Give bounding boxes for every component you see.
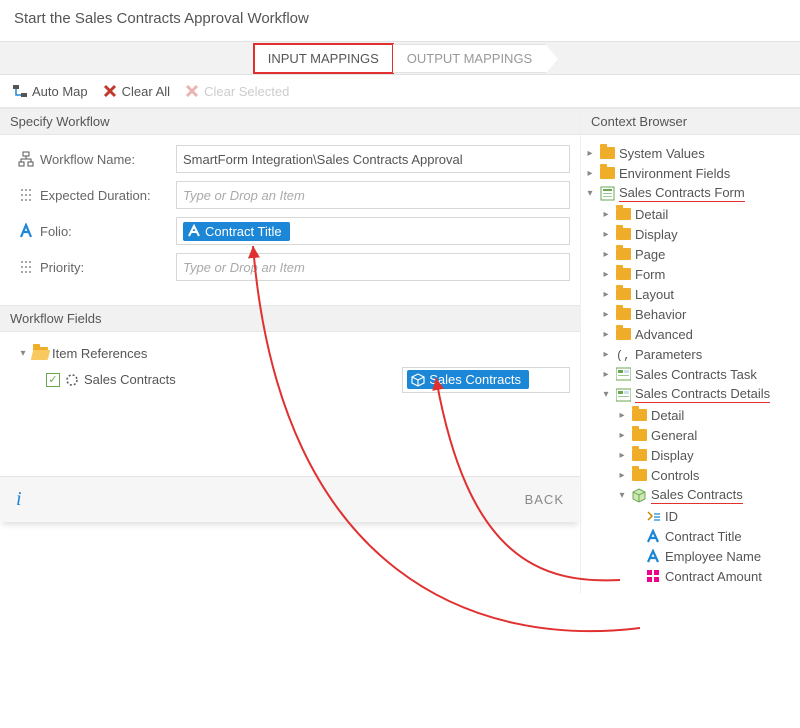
sales-contracts-chip[interactable]: Sales Contracts [407,370,529,389]
workflow-icon [18,151,34,167]
tree-general[interactable]: General [585,425,796,445]
sales-contracts-field[interactable]: ✓ Sales Contracts Sales Contracts [18,364,570,396]
tree-sales-contracts-task[interactable]: Sales Contracts Task [585,364,796,384]
duration-icon [18,187,34,203]
tab-output-mappings[interactable]: OUTPUT MAPPINGS [393,44,546,73]
priority-label: Priority: [40,260,84,275]
expand-icon[interactable] [18,348,28,359]
text-field-icon [645,528,661,544]
tree-system-values[interactable]: System Values [585,143,796,163]
tree-advanced[interactable]: Advanced [585,324,796,344]
tree-behavior[interactable]: Behavior [585,304,796,324]
x-icon-red [102,83,118,99]
parameters-icon: (,) [615,346,631,362]
folder-icon [599,165,615,181]
toolbar: Auto Map Clear All Clear Selected [0,75,800,108]
tree-controls[interactable]: Controls [585,465,796,485]
tab-input-mappings[interactable]: INPUT MAPPINGS [254,44,393,73]
folder-icon [631,467,647,483]
folder-icon [615,246,631,262]
priority-input[interactable]: Type or Drop an Item [176,253,570,281]
autonumber-icon [645,508,661,524]
context-tree: System Values Environment Fields Sales C… [581,135,800,594]
workflow-name-input[interactable]: SmartForm Integration\Sales Contracts Ap… [176,145,570,173]
priority-icon [18,259,34,275]
tree-display2[interactable]: Display [585,445,796,465]
text-field-icon [645,548,661,564]
folder-icon [615,286,631,302]
folder-open-icon [32,345,48,361]
automap-button[interactable]: Auto Map [12,83,88,99]
folder-icon [615,206,631,222]
tree-form[interactable]: Form [585,264,796,284]
tree-employee-name[interactable]: Employee Name [585,546,796,566]
tree-contract-amount[interactable]: Contract Amount [585,566,796,586]
specify-workflow-header: Specify Workflow [0,108,580,135]
tree-parameters[interactable]: (,)Parameters [585,344,796,364]
expected-duration-input[interactable]: Type or Drop an Item [176,181,570,209]
tree-contract-title[interactable]: Contract Title [585,526,796,546]
tree-id[interactable]: ID [585,506,796,526]
folder-icon [631,407,647,423]
folio-input[interactable]: Contract Title [176,217,570,245]
smartobject-icon [64,372,80,388]
tree-sales-contracts-details[interactable]: Sales Contracts Details [585,384,796,405]
info-icon[interactable]: i [16,488,22,511]
folder-icon [615,226,631,242]
context-browser-header: Context Browser [581,108,800,135]
page-title: Start the Sales Contracts Approval Workf… [0,0,800,41]
item-references-node[interactable]: Item References [18,342,570,364]
form-icon [599,186,615,202]
footer-bar: i BACK [0,476,580,522]
x-icon-pink [184,83,200,99]
folder-icon [615,266,631,282]
checkbox-checked-icon[interactable]: ✓ [46,373,60,387]
workflow-fields-header: Workflow Fields [0,305,580,332]
folder-icon [615,306,631,322]
clearselected-button: Clear Selected [184,83,289,99]
tree-sales-contracts-so[interactable]: Sales Contracts [585,485,796,506]
folder-icon [615,326,631,342]
folder-icon [599,145,615,161]
tree-env-fields[interactable]: Environment Fields [585,163,796,183]
expected-duration-label: Expected Duration: [40,188,151,203]
tree-layout[interactable]: Layout [585,284,796,304]
svg-text:(,): (,) [616,349,630,361]
contract-title-chip[interactable]: Contract Title [183,222,290,241]
number-field-icon [645,568,661,584]
workflow-name-label: Workflow Name: [40,152,135,167]
tree-detail2[interactable]: Detail [585,405,796,425]
tree-sales-contracts-form[interactable]: Sales Contracts Form [585,183,796,204]
tree-detail[interactable]: Detail [585,204,796,224]
tree-display[interactable]: Display [585,224,796,244]
back-button[interactable]: BACK [525,492,564,507]
view-icon [615,387,631,403]
folder-icon [631,427,647,443]
folder-icon [631,447,647,463]
folio-icon [18,223,34,239]
automap-icon [12,83,28,99]
folio-label: Folio: [40,224,72,239]
tree-page[interactable]: Page [585,244,796,264]
smartobject-cube-icon [631,488,647,504]
mapping-tabs: INPUT MAPPINGS OUTPUT MAPPINGS [0,41,800,75]
view-icon [615,366,631,382]
clearall-button[interactable]: Clear All [102,83,170,99]
